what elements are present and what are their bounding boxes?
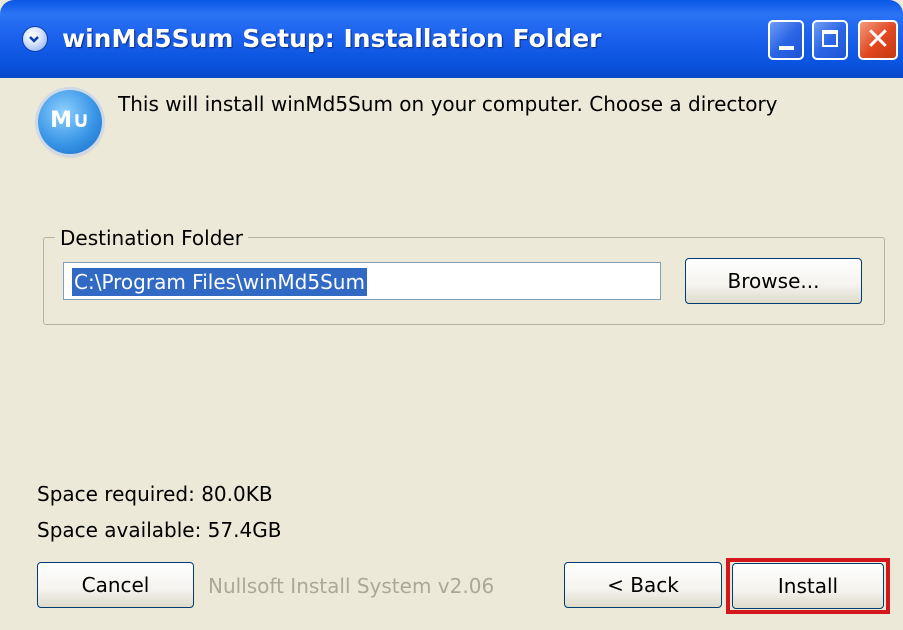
nsis-branding: Nullsoft Install System v2.06 — [208, 574, 495, 598]
close-icon: ✕ — [865, 22, 891, 57]
maximize-button[interactable] — [812, 20, 848, 60]
destination-path-value: C:\Program Files\winMd5Sum — [72, 268, 367, 296]
intro-text: This will install winMd5Sum on your comp… — [118, 92, 778, 116]
browse-button[interactable]: Browse... — [685, 258, 862, 304]
installer-window: winMd5Sum Setup: Installation Folder ✕ M… — [0, 0, 903, 630]
close-button[interactable]: ✕ — [858, 20, 898, 60]
destination-path-input[interactable]: C:\Program Files\winMd5Sum — [63, 262, 661, 300]
title-bar[interactable]: winMd5Sum Setup: Installation Folder ✕ — [0, 0, 903, 78]
app-logo-text: M∪ — [50, 108, 90, 133]
install-highlight-box — [726, 558, 890, 614]
maximize-icon — [822, 30, 838, 47]
space-available: Space available: 57.4GB — [37, 518, 282, 542]
cancel-button[interactable]: Cancel — [37, 562, 194, 608]
space-required: Space required: 80.0KB — [37, 482, 273, 506]
back-button[interactable]: < Back — [564, 562, 722, 608]
app-logo: M∪ — [38, 90, 102, 154]
window-title: winMd5Sum Setup: Installation Folder — [62, 24, 602, 53]
minimize-button[interactable] — [768, 20, 804, 60]
destination-group-label: Destination Folder — [55, 226, 248, 250]
app-icon — [22, 26, 48, 52]
minimize-icon — [779, 46, 794, 50]
